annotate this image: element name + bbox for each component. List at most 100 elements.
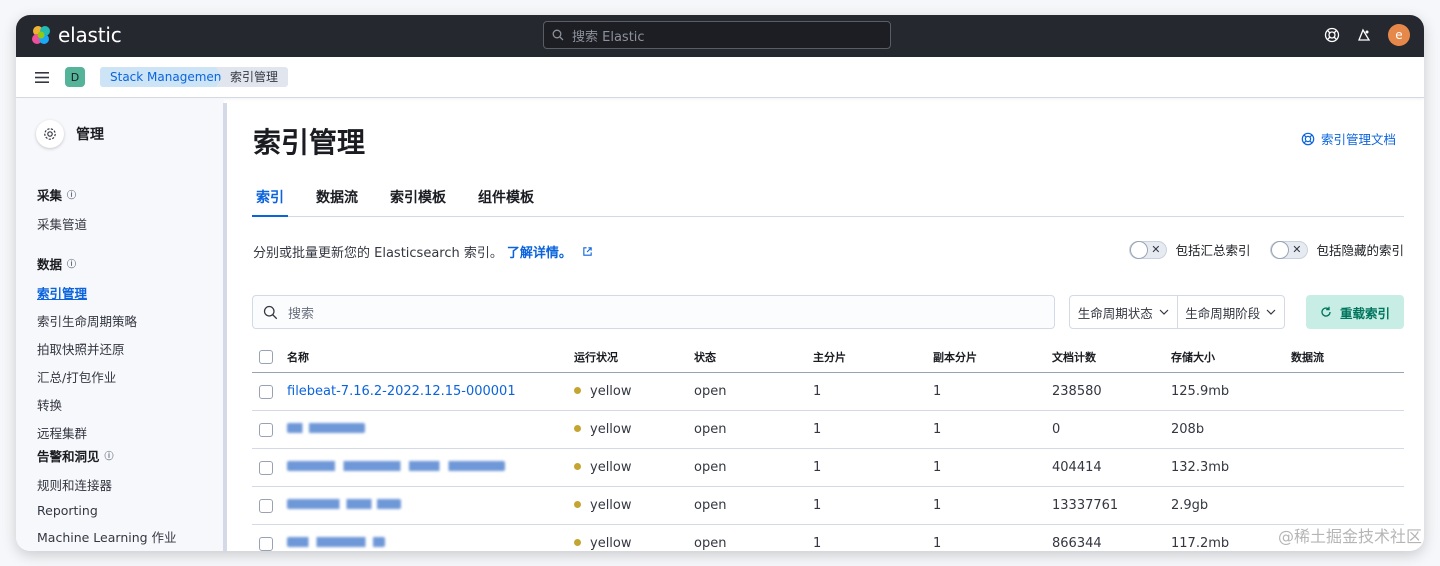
select-all-checkbox[interactable] <box>259 350 273 364</box>
column-header-storage-size[interactable]: 存储大小 <box>1171 349 1291 365</box>
gear-icon <box>36 120 64 148</box>
storage-size-value: 117.2mb <box>1171 536 1230 551</box>
toggle-rollup-indices[interactable]: ✕ 包括汇总索引 <box>1129 240 1250 259</box>
sidebar-item-rules-connectors[interactable]: 规则和连接器 <box>37 475 177 494</box>
primary-value: 1 <box>813 536 822 551</box>
external-link-icon <box>583 247 592 256</box>
docs-count-value: 238580 <box>1052 384 1102 399</box>
tab-index-templates[interactable]: 索引模板 <box>386 181 450 217</box>
status-value: open <box>694 498 727 513</box>
sidebar-item-reporting[interactable]: Reporting <box>37 503 177 518</box>
column-header-replica[interactable]: 副本分片 <box>933 349 1052 365</box>
toggle-hidden-indices[interactable]: ✕ 包括隐藏的索引 <box>1270 240 1404 259</box>
health-value: yellow <box>590 384 632 399</box>
health-dot-icon <box>574 463 581 470</box>
redacted-index-name[interactable] <box>287 537 385 547</box>
docs-link[interactable]: 索引管理文档 <box>1301 129 1396 148</box>
sidebar-item-index-management[interactable]: 索引管理 <box>37 283 137 302</box>
row-checkbox[interactable] <box>259 536 273 551</box>
table-row: yellow open 1 1 13337761 2.9gb <box>252 487 1404 525</box>
sidebar-item-remote-clusters[interactable]: 远程集群 <box>37 423 137 442</box>
health-value: yellow <box>590 536 632 551</box>
docs-count-value: 0 <box>1052 422 1061 437</box>
toggle-rollup-label: 包括汇总索引 <box>1175 243 1251 258</box>
lifecycle-filters: 生命周期状态 生命周期阶段 <box>1069 295 1285 329</box>
info-icon: ⓘ <box>67 191 77 201</box>
tab-indices[interactable]: 索引 <box>252 181 288 217</box>
filter-lifecycle-status[interactable]: 生命周期状态 <box>1070 296 1177 328</box>
index-name-link[interactable]: filebeat-7.16.2-2022.12.15-000001 <box>287 384 516 399</box>
storage-size-value: 208b <box>1171 422 1205 437</box>
index-search-input[interactable]: 搜索 <box>252 295 1055 329</box>
replica-value: 1 <box>933 536 942 551</box>
search-icon <box>263 305 278 319</box>
row-checkbox[interactable] <box>259 460 273 475</box>
info-icon: ⓘ <box>104 452 114 462</box>
status-value: open <box>694 422 727 437</box>
redacted-index-name[interactable] <box>287 423 365 433</box>
learn-more-link[interactable]: 了解详情。 <box>507 242 572 261</box>
column-header-docs-count[interactable]: 文档计数 <box>1052 349 1171 365</box>
sidebar-item-ilm-policies[interactable]: 索引生命周期策略 <box>37 311 137 330</box>
refresh-icon <box>1321 306 1331 317</box>
sidebar-group-alerts: 告警和洞见 ⓘ 规则和连接器 Reporting Machine Learning… <box>37 446 177 551</box>
tab-component-templates[interactable]: 组件模板 <box>474 181 538 217</box>
management-sidebar: 管理 采集 ⓘ 采集管道 数据 ⓘ 索引管理 索引生命周期策略 拍取快照并还原 汇总… <box>16 99 224 551</box>
toggle-hidden-label: 包括隐藏的索引 <box>1316 243 1404 258</box>
replica-value: 1 <box>933 422 942 437</box>
sidebar-item-ml-jobs[interactable]: Machine Learning 作业 <box>37 527 177 546</box>
global-search-input[interactable]: 搜索 Elastic <box>543 21 891 49</box>
column-header-health[interactable]: 运行状况 <box>574 349 694 365</box>
tab-data-streams[interactable]: 数据流 <box>312 181 362 217</box>
redacted-index-name[interactable] <box>287 499 401 509</box>
redacted-index-name[interactable] <box>287 461 505 471</box>
help-icon[interactable] <box>1324 27 1340 43</box>
column-header-primary[interactable]: 主分片 <box>813 349 933 365</box>
sidebar-group-ingest: 采集 ⓘ 采集管道 <box>37 185 87 242</box>
column-header-data-stream[interactable]: 数据流 <box>1291 349 1404 365</box>
column-header-status[interactable]: 状态 <box>694 349 813 365</box>
top-header: elastic 搜索 Elastic e <box>16 15 1424 57</box>
main-content: 索引管理 索引管理文档 索引 数据流 索引模板 组件模板 分别或批量更新您的 E… <box>252 99 1404 551</box>
sidebar-item-snapshot-restore[interactable]: 拍取快照并还原 <box>37 339 137 358</box>
filter-lifecycle-phase[interactable]: 生命周期阶段 <box>1176 296 1285 328</box>
reload-indices-label: 重载索引 <box>1339 305 1390 321</box>
health-value: yellow <box>590 498 632 513</box>
info-icon: ⓘ <box>67 260 77 270</box>
sidebar-item-rollup-jobs[interactable]: 汇总/打包作业 <box>37 367 137 386</box>
storage-size-value: 125.9mb <box>1171 384 1230 399</box>
column-header-name[interactable]: 名称 <box>287 349 574 365</box>
sidebar-group-title: 采集 <box>37 188 63 203</box>
table-row: yellow open 1 1 0 208b <box>252 411 1404 449</box>
hidden-switch[interactable]: ✕ <box>1270 240 1309 259</box>
table-row: yellow open 1 1 404414 132.3mb <box>252 449 1404 487</box>
row-checkbox[interactable] <box>259 498 273 513</box>
docs-count-value: 866344 <box>1052 536 1102 551</box>
status-value: open <box>694 384 727 399</box>
tab-bar: 索引 数据流 索引模板 组件模板 <box>252 181 1404 217</box>
page-description: 分别或批量更新您的 Elasticsearch 索引。 了解详情。 <box>253 242 593 261</box>
row-checkbox[interactable] <box>259 422 273 437</box>
reload-indices-button[interactable]: 重载索引 <box>1306 295 1404 329</box>
health-value: yellow <box>590 422 632 437</box>
indices-table: 名称 运行状况 状态 主分片 副本分片 文档计数 存储大小 数据流 filebe… <box>252 342 1404 551</box>
sidebar-item-transforms[interactable]: 转换 <box>37 395 137 414</box>
description-text: 分别或批量更新您的 Elasticsearch 索引。 <box>253 246 503 261</box>
index-search-placeholder: 搜索 <box>288 306 315 322</box>
primary-value: 1 <box>813 460 822 475</box>
elastic-logo[interactable]: elastic <box>30 23 122 47</box>
toggle-group: ✕ 包括汇总索引 ✕ 包括隐藏的索引 <box>1129 240 1404 259</box>
close-icon: ✕ <box>1292 242 1302 256</box>
status-value: open <box>694 536 727 551</box>
user-avatar[interactable]: e <box>1388 24 1410 46</box>
global-search-placeholder: 搜索 Elastic <box>572 29 645 45</box>
rollup-switch[interactable]: ✕ <box>1129 240 1168 259</box>
help-icon <box>1301 132 1315 145</box>
row-checkbox[interactable] <box>259 384 273 399</box>
status-value: open <box>694 460 727 475</box>
health-dot-icon <box>574 387 581 394</box>
news-feed-icon[interactable] <box>1356 27 1372 43</box>
menu-icon[interactable] <box>34 71 50 84</box>
space-avatar[interactable]: D <box>65 67 85 87</box>
sidebar-item-ingest-pipelines[interactable]: 采集管道 <box>37 214 87 233</box>
